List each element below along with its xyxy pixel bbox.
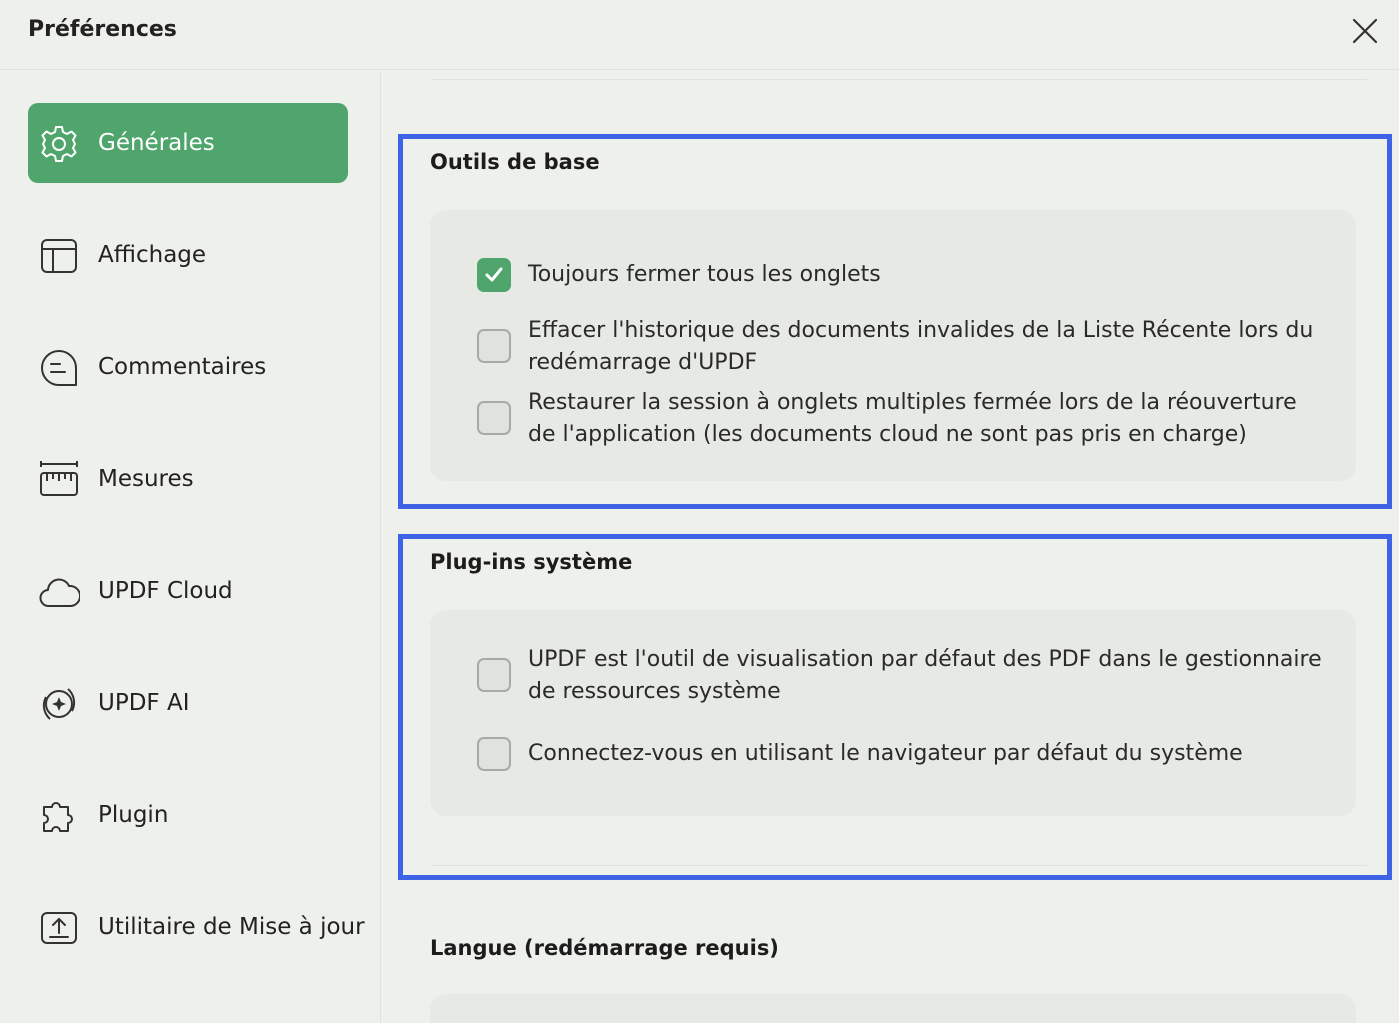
sidebar-item-label: Générales [98, 130, 215, 156]
checkbox-checked[interactable] [477, 258, 511, 292]
language-panel [430, 994, 1356, 1023]
sidebar-item-generales[interactable]: Générales [28, 103, 348, 183]
option-label: Restaurer la session à onglets multiples… [528, 390, 1297, 447]
checkbox-unchecked[interactable] [477, 401, 511, 435]
option-label: Effacer l'historique des documents inval… [528, 318, 1314, 375]
sidebar-item-label: Utilitaire de Mise à jour [98, 914, 365, 940]
option-restore-session[interactable]: Restaurer la session à onglets multiples… [430, 386, 1356, 452]
sidebar-item-label: Plugin [98, 802, 169, 828]
puzzle-icon [38, 795, 80, 837]
option-label: Toujours fermer tous les onglets [528, 262, 881, 287]
sidebar-item-mise-a-jour[interactable]: Utilitaire de Mise à jour [28, 887, 365, 967]
option-always-close-tabs[interactable]: Toujours fermer tous les onglets [430, 258, 1356, 294]
sidebar-item-label: UPDF AI [98, 690, 190, 716]
option-login-default-browser[interactable]: Connectez-vous en utilisant le navigateu… [430, 737, 1356, 773]
checkbox-unchecked[interactable] [477, 658, 511, 692]
window-title: Préférences [28, 17, 177, 42]
sidebar: Générales Affichage Commentaires Mesures… [0, 71, 381, 1023]
section-title-language: Langue (redémarrage requis) [430, 936, 779, 960]
sidebar-item-commentaires[interactable]: Commentaires [28, 327, 348, 407]
gear-icon [38, 123, 80, 165]
window-header: Préférences [0, 0, 1399, 70]
check-icon [485, 267, 503, 282]
option-label: Connectez-vous en utilisant le navigateu… [528, 741, 1243, 766]
checkbox-unchecked[interactable] [477, 737, 511, 771]
upload-icon [38, 907, 80, 949]
checkbox-unchecked[interactable] [477, 329, 511, 363]
settings-content: Outils de base Toujours fermer tous les … [382, 71, 1399, 1023]
sidebar-item-label: Affichage [98, 242, 207, 268]
option-label: UPDF est l'outil de visualisation par dé… [528, 647, 1322, 704]
sidebar-item-plugin[interactable]: Plugin [28, 775, 348, 855]
divider [432, 79, 1367, 80]
comment-icon [38, 347, 80, 389]
section-title-basic-tools: Outils de base [430, 150, 600, 174]
sidebar-item-affichage[interactable]: Affichage [28, 215, 348, 295]
section-title-system-plugins: Plug-ins système [430, 550, 633, 574]
ruler-icon [38, 459, 80, 501]
ai-sparkle-icon [38, 683, 80, 725]
layout-icon [38, 235, 80, 277]
sidebar-item-label: Commentaires [98, 354, 267, 380]
sidebar-item-mesures[interactable]: Mesures [28, 439, 348, 519]
cloud-icon [38, 571, 81, 613]
close-icon [1352, 18, 1378, 44]
divider [432, 865, 1367, 866]
sidebar-item-updf-cloud[interactable]: UPDF Cloud [28, 551, 348, 631]
option-default-pdf-viewer[interactable]: UPDF est l'outil de visualisation par dé… [430, 643, 1356, 709]
sidebar-item-label: UPDF Cloud [98, 578, 233, 604]
basic-tools-panel: Toujours fermer tous les onglets Effacer… [430, 210, 1356, 481]
option-clear-invalid-history[interactable]: Effacer l'historique des documents inval… [430, 314, 1356, 380]
sidebar-item-updf-ai[interactable]: UPDF AI [28, 663, 348, 743]
sidebar-item-label: Mesures [98, 466, 194, 492]
system-plugins-panel: UPDF est l'outil de visualisation par dé… [430, 610, 1356, 816]
preferences-window: Préférences Générales Affichage Commenta… [0, 0, 1399, 1023]
close-button[interactable] [1348, 14, 1382, 48]
